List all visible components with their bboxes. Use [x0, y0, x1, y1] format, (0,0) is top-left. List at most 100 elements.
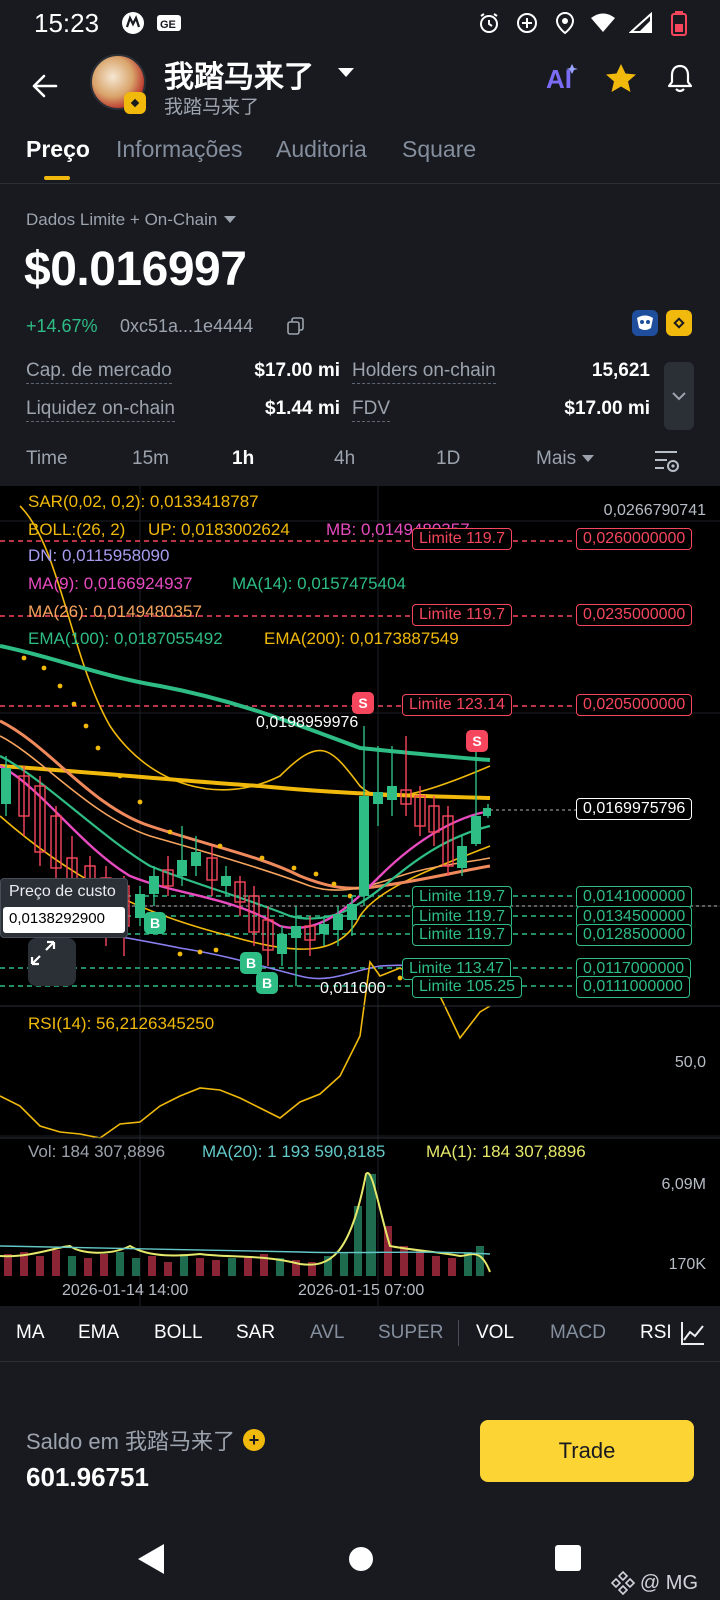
indicator-vol[interactable]: VOL — [476, 1322, 514, 1344]
cost-price-value: 0,0138292900 — [3, 907, 125, 933]
token-title[interactable]: 我踏马来了 — [164, 52, 314, 96]
timeframe-more[interactable]: Mais — [536, 448, 595, 470]
binance-logo-icon — [610, 1570, 636, 1596]
nav-home-icon[interactable] — [348, 1546, 374, 1577]
holders-label[interactable]: Holders on-chain — [352, 360, 496, 384]
buy-marker[interactable]: B — [144, 912, 166, 934]
indicator-ma[interactable]: MA — [16, 1322, 45, 1344]
ma26-label: MA(26): 0,0149480357 — [28, 602, 202, 621]
back-button[interactable] — [26, 66, 66, 106]
tab-price[interactable]: Preço — [26, 136, 90, 163]
liquidity-label[interactable]: Liquidez on-chain — [26, 398, 175, 422]
bell-icon[interactable] — [664, 62, 696, 99]
tab-square[interactable]: Square — [402, 136, 476, 163]
main-tabs: Preço Informações Auditoria Square — [0, 128, 720, 184]
sell-marker[interactable]: S — [466, 730, 488, 752]
balance-label: Saldo em 我踏马来了 — [26, 1429, 236, 1454]
indicator-macd[interactable]: MACD — [550, 1322, 606, 1344]
price-chart[interactable]: SAR(0,02, 0,2): 0,0133418787 BOLL:(26, 2… — [0, 486, 720, 1306]
copy-icon[interactable] — [286, 316, 306, 341]
add-balance-icon[interactable]: + — [243, 1429, 266, 1451]
limit-order-tag[interactable]: Limite 123.14 — [402, 694, 513, 716]
buy-marker[interactable]: B — [240, 952, 262, 974]
tab-info[interactable]: Informações — [116, 136, 243, 163]
status-bar: 15:23 GE — [0, 0, 720, 48]
cost-price-box: Preço de custo 0,0138292900 — [0, 878, 128, 938]
current-price-tag: 0,0169975796 — [576, 798, 693, 820]
buy-marker[interactable]: B — [256, 972, 278, 994]
ai-icon[interactable]: AI — [544, 62, 578, 99]
stats-row-1: Cap. de mercado $17.00 mi Holders on-cha… — [0, 360, 720, 394]
rsi-level-label: 50,0 — [674, 1054, 706, 1071]
fdv-label[interactable]: FDV — [352, 398, 390, 422]
bnb-chain-badge-icon — [124, 92, 146, 114]
trade-button[interactable]: Trade — [480, 1420, 694, 1482]
indicator-divider — [458, 1320, 459, 1346]
nav-recents-icon[interactable] — [554, 1544, 582, 1577]
vol-ma1-label: MA(1): 184 307,8896 — [426, 1142, 586, 1161]
limit-price-tag: 0,0111000000 — [576, 976, 690, 998]
back-arrow-icon — [32, 74, 58, 98]
boll-indicator-label: BOLL:(26, 2) — [28, 520, 126, 539]
axis-top-price: 0,0266790741 — [603, 502, 706, 519]
timeframe-bar: Time 15m 1h 4h 1D Mais — [0, 440, 720, 486]
limit-price-tag: 0,0260000000 — [576, 528, 693, 550]
limit-order-tag[interactable]: Limite 119.7 — [412, 886, 512, 908]
fdv-value: $17.00 mi — [564, 398, 650, 419]
data-source-selector[interactable]: Dados Limite + On-Chain — [26, 210, 237, 230]
indicator-ema[interactable]: EMA — [78, 1322, 119, 1344]
rsi-label: RSI(14): 56,2126345250 — [28, 1014, 215, 1033]
ge-app-icon: GE — [156, 10, 182, 36]
system-nav-bar: @ MG — [0, 1522, 720, 1600]
balance-row: Saldo em 我踏马来了 + — [26, 1424, 266, 1456]
timeframe-4h[interactable]: 4h — [334, 448, 355, 470]
limit-price-tag: 0,0205000000 — [576, 694, 693, 716]
cost-price-label: Preço de custo — [9, 883, 116, 900]
battery-icon — [666, 10, 692, 36]
market-cap-value: $17.00 mi — [254, 360, 340, 381]
sell-marker[interactable]: S — [352, 692, 374, 714]
chart-settings-icon[interactable] — [652, 446, 682, 481]
tab-audit[interactable]: Auditoria — [276, 136, 367, 163]
wifi-icon — [590, 10, 616, 36]
liquidity-value: $1.44 mi — [265, 398, 340, 419]
chevron-down-icon[interactable] — [336, 66, 356, 85]
indicator-chart-icon[interactable] — [678, 1318, 708, 1353]
fullscreen-button[interactable] — [28, 938, 76, 986]
token-header: 我踏马来了 我踏马来了 AI — [0, 48, 720, 128]
vol-min-label: 170K — [668, 1256, 706, 1273]
date-label: 2026-01-15 07:00 — [298, 1282, 425, 1299]
limit-order-tag[interactable]: Limite 119.7 — [412, 924, 512, 946]
date-label: 2026-01-14 14:00 — [62, 1282, 189, 1299]
timeframe-1d[interactable]: 1D — [436, 448, 460, 470]
limit-order-tag[interactable]: Limite 119.7 — [412, 604, 512, 626]
indicator-avl[interactable]: AVL — [310, 1322, 345, 1344]
ma9-label: MA(9): 0,0166924937 — [28, 574, 193, 593]
ema100-label: EMA(100): 0,0187055492 — [28, 629, 223, 648]
indicator-rsi[interactable]: RSI — [640, 1322, 670, 1344]
sar-indicator-label: SAR(0,02, 0,2): 0,0133418787 — [28, 492, 259, 511]
vol-label: Vol: 184 307,8896 — [28, 1142, 166, 1161]
nav-back-icon[interactable] — [136, 1542, 166, 1581]
indicator-super[interactable]: SUPER — [378, 1322, 443, 1344]
timeframe-1h[interactable]: 1h — [232, 448, 254, 470]
indicator-boll[interactable]: BOLL — [154, 1322, 203, 1344]
timeframe-time[interactable]: Time — [26, 448, 68, 470]
vol-max-label: 6,09M — [661, 1176, 706, 1193]
market-cap-label[interactable]: Cap. de mercado — [26, 360, 172, 384]
motorola-icon — [120, 10, 146, 36]
watermark: @ MG — [610, 1570, 698, 1596]
ema200-label: EMA(200): 0,0173887549 — [264, 629, 459, 648]
location-icon — [552, 10, 578, 36]
limit-order-tag[interactable]: Limite 105.25 — [412, 976, 523, 998]
timeframe-15m[interactable]: 15m — [132, 448, 169, 470]
mask-icon[interactable] — [632, 310, 658, 336]
data-source-label: Dados Limite + On-Chain — [26, 210, 218, 229]
chevron-down-icon — [672, 392, 686, 401]
favorite-star-icon[interactable] — [604, 62, 638, 99]
indicator-sar[interactable]: SAR — [236, 1322, 275, 1344]
limit-order-tag[interactable]: Limite 119.7 — [412, 528, 512, 550]
svg-text:GE: GE — [160, 19, 176, 31]
stats-expand-button[interactable] — [664, 362, 694, 430]
bnb-chain-icon[interactable] — [666, 310, 692, 336]
